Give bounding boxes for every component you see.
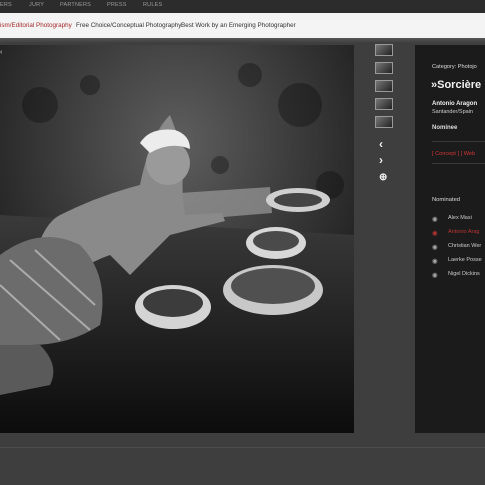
chevron-left-icon[interactable]: ‹ (379, 138, 383, 150)
nav-item-press[interactable]: PRESS (107, 2, 127, 8)
eye-icon: ◉ (432, 216, 438, 223)
nominee-item[interactable]: ◉ Nigel Dickins (432, 269, 485, 283)
main-photo[interactable]: ‹ (0, 45, 354, 433)
author-name: Antonio Aragon (432, 101, 478, 107)
footer-divider (0, 447, 485, 448)
photo-corner-mark: ‹ (0, 49, 3, 56)
eye-icon: ◉ (432, 272, 438, 279)
author-location: Santander/Spain (432, 109, 473, 115)
tab-free-choice-conceptual[interactable]: Free Choice/Conceptual Photography (76, 22, 181, 29)
category-tabs: ism/Editorial Photography Free Choice/Co… (0, 13, 485, 39)
nominee-item[interactable]: ◉ Christian Wer (432, 241, 485, 255)
divider (432, 163, 485, 164)
nav-item-rules[interactable]: RULES (143, 2, 162, 8)
nominee-item[interactable]: ◉ Alex Masi (432, 213, 485, 227)
nominee-name: Antonio Arag (448, 229, 480, 235)
top-navigation: ERS JURY PARTNERS PRESS RULES (0, 0, 485, 13)
eye-icon: ◉ (432, 244, 438, 251)
nominee-name: Alex Masi (448, 215, 472, 221)
tab-emerging-photographer[interactable]: Best Work by an Emerging Photographer (181, 22, 296, 29)
nominee-name: Christian Wer (448, 243, 482, 249)
nominee-item[interactable]: ◉ Laerke Posse (432, 255, 485, 269)
photo-image (0, 45, 354, 433)
nav-item-partners[interactable]: PARTNERS (60, 2, 91, 8)
thumbnail[interactable] (375, 62, 393, 74)
thumbnail[interactable] (375, 116, 393, 128)
eye-icon: ◉ (432, 230, 438, 237)
info-panel: Category: Photojo »Sorcière Antonio Arag… (415, 45, 485, 433)
tab-editorial-photography[interactable]: ism/Editorial Photography (0, 22, 72, 29)
divider (432, 141, 485, 142)
nominee-name: Laerke Posse (448, 257, 482, 263)
nominee-item-active[interactable]: ◉ Antonio Arag (432, 227, 485, 241)
chevron-right-icon[interactable]: › (379, 154, 383, 166)
zoom-in-icon[interactable]: ⊕ (379, 172, 387, 184)
nav-item-jury[interactable]: JURY (29, 2, 44, 8)
photo-title: »Sorcière (431, 79, 482, 91)
nav-item-photographers[interactable]: ERS (0, 2, 12, 8)
thumbnail-strip (375, 44, 393, 134)
thumbnail[interactable] (375, 98, 393, 110)
nominated-list: ◉ Alex Masi ◉ Antonio Arag ◉ Christian W… (432, 213, 485, 283)
nominee-name: Nigel Dickins (448, 271, 480, 277)
thumbnail[interactable] (375, 44, 393, 56)
status-label: Nominee (432, 125, 458, 131)
eye-icon: ◉ (432, 258, 438, 265)
concept-web-links[interactable]: [ Concept ] [ Web (432, 151, 475, 157)
tabbar-shadow (0, 38, 485, 43)
thumbnail[interactable] (375, 80, 393, 92)
nominated-heading: Nominated (432, 197, 461, 203)
category-label: Category: Photojo (432, 64, 477, 70)
